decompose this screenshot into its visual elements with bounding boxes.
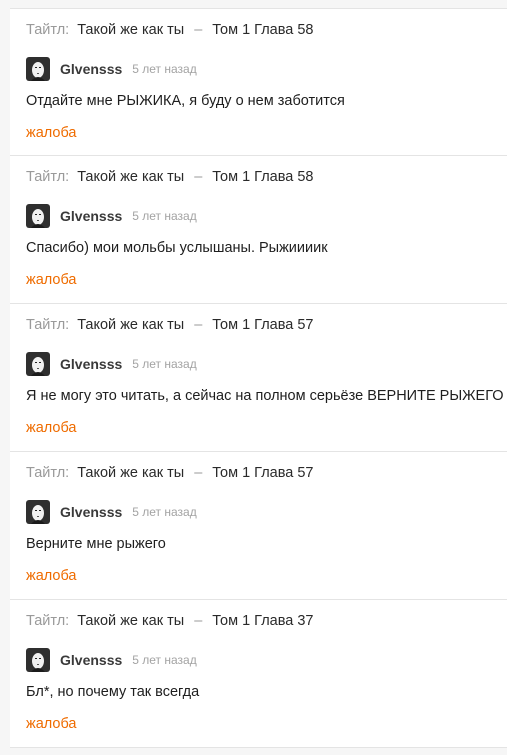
chapter-link[interactable]: Том 1 Глава 57 xyxy=(212,465,313,481)
chapter-link[interactable]: Том 1 Глава 57 xyxy=(212,317,313,333)
comment-author-row: Glvensss 5 лет назад xyxy=(26,204,197,228)
comment-text: Я не могу это читать, а сейчас на полном… xyxy=(26,388,504,404)
manga-title-link[interactable]: Такой же как ты xyxy=(77,613,184,629)
comment-item: Тайтл: Такой же как ты – Том 1 Глава 37 … xyxy=(10,600,507,748)
comment-title-row: Тайтл: Такой же как ты – Том 1 Глава 57 xyxy=(26,465,314,481)
comments-feed: Тайтл: Такой же как ты – Том 1 Глава 58 … xyxy=(10,8,507,748)
comment-title-row: Тайтл: Такой же как ты – Том 1 Глава 37 xyxy=(26,613,314,629)
comment-title-row: Тайтл: Такой же как ты – Том 1 Глава 58 xyxy=(26,169,314,185)
title-separator: – xyxy=(194,465,203,481)
title-label: Тайтл: xyxy=(26,22,70,38)
comment-item: Тайтл: Такой же как ты – Том 1 Глава 58 … xyxy=(10,156,507,304)
comment-item: Тайтл: Такой же как ты – Том 1 Глава 58 … xyxy=(10,8,507,156)
manga-title-link[interactable]: Такой же как ты xyxy=(77,22,184,38)
report-link[interactable]: жалоба xyxy=(26,716,77,732)
author-name[interactable]: Glvensss xyxy=(60,208,122,224)
report-link[interactable]: жалоба xyxy=(26,272,77,288)
author-name[interactable]: Glvensss xyxy=(60,504,122,520)
manga-title-link[interactable]: Такой же как ты xyxy=(77,465,184,481)
author-name[interactable]: Glvensss xyxy=(60,652,122,668)
title-separator: – xyxy=(194,22,203,38)
manga-title-link[interactable]: Такой же как ты xyxy=(77,169,184,185)
title-separator: – xyxy=(194,317,203,333)
comment-text: Спасибо) мои мольбы услышаны. Рыжиииик xyxy=(26,240,328,256)
title-separator: – xyxy=(194,169,203,185)
author-name[interactable]: Glvensss xyxy=(60,356,122,372)
comment-author-row: Glvensss 5 лет назад xyxy=(26,352,197,376)
no-face-avatar-icon[interactable] xyxy=(26,57,50,81)
author-name[interactable]: Glvensss xyxy=(60,61,122,77)
comment-time: 5 лет назад xyxy=(132,357,197,371)
comment-text: Верните мне рыжего xyxy=(26,536,166,552)
no-face-avatar-icon[interactable] xyxy=(26,204,50,228)
title-label: Тайтл: xyxy=(26,465,70,481)
comment-author-row: Glvensss 5 лет назад xyxy=(26,57,197,81)
comment-time: 5 лет назад xyxy=(132,653,197,667)
chapter-link[interactable]: Том 1 Глава 58 xyxy=(212,22,313,38)
comment-author-row: Glvensss 5 лет назад xyxy=(26,648,197,672)
no-face-avatar-icon[interactable] xyxy=(26,500,50,524)
comment-time: 5 лет назад xyxy=(132,62,197,76)
report-link[interactable]: жалоба xyxy=(26,420,77,436)
comment-item: Тайтл: Такой же как ты – Том 1 Глава 57 … xyxy=(10,304,507,452)
title-separator: – xyxy=(194,613,203,629)
comment-author-row: Glvensss 5 лет назад xyxy=(26,500,197,524)
title-label: Тайтл: xyxy=(26,613,70,629)
comment-time: 5 лет назад xyxy=(132,209,197,223)
report-link[interactable]: жалоба xyxy=(26,125,77,141)
comment-item: Тайтл: Такой же как ты – Том 1 Глава 57 … xyxy=(10,452,507,600)
comment-title-row: Тайтл: Такой же как ты – Том 1 Глава 57 xyxy=(26,317,314,333)
manga-title-link[interactable]: Такой же как ты xyxy=(77,317,184,333)
comment-text: Отдайте мне РЫЖИКА, я буду о нем заботит… xyxy=(26,93,345,109)
comment-title-row: Тайтл: Такой же как ты – Том 1 Глава 58 xyxy=(26,22,314,38)
chapter-link[interactable]: Том 1 Глава 37 xyxy=(212,613,313,629)
chapter-link[interactable]: Том 1 Глава 58 xyxy=(212,169,313,185)
title-label: Тайтл: xyxy=(26,317,70,333)
title-label: Тайтл: xyxy=(26,169,70,185)
comment-text: Бл*, но почему так всегда xyxy=(26,684,200,700)
report-link[interactable]: жалоба xyxy=(26,568,77,584)
no-face-avatar-icon[interactable] xyxy=(26,352,50,376)
comment-time: 5 лет назад xyxy=(132,505,197,519)
no-face-avatar-icon[interactable] xyxy=(26,648,50,672)
